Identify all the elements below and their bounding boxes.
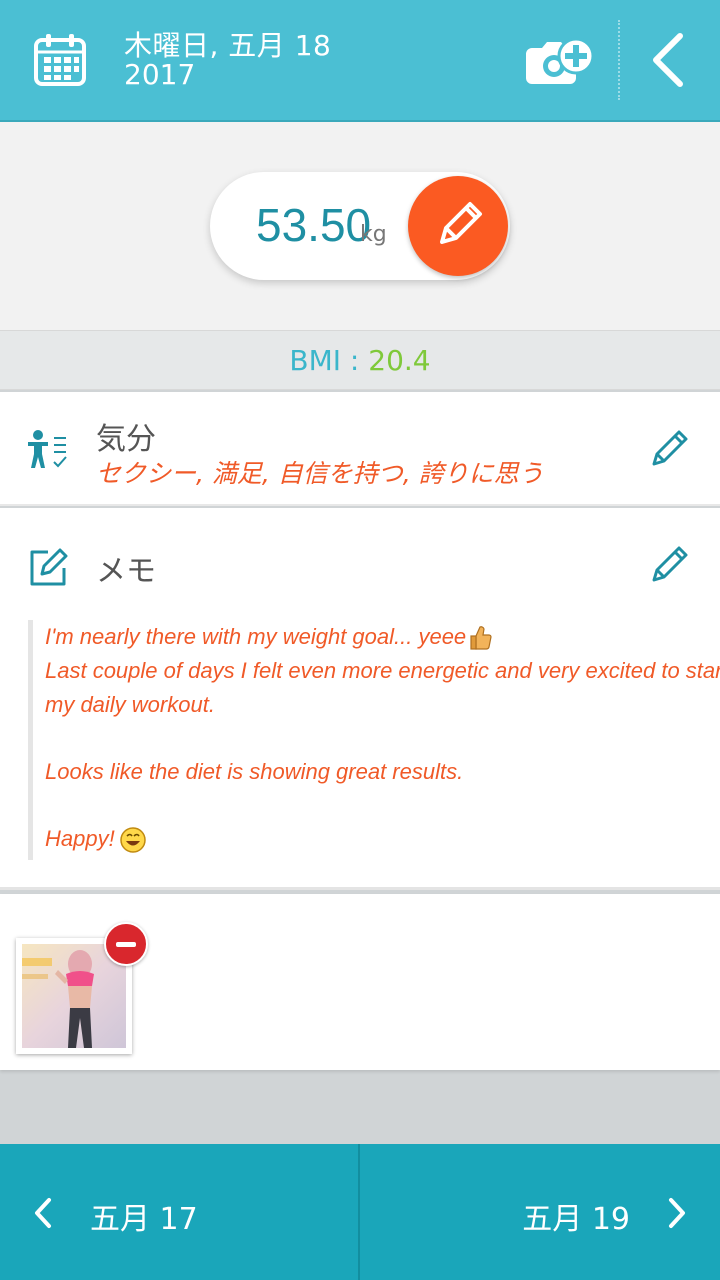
pencil-icon [440, 202, 482, 244]
remove-photo-button[interactable] [104, 922, 148, 966]
memo-line-text: Happy! [45, 826, 115, 851]
weight-section: 53.50 kg [0, 122, 720, 330]
person-checklist-icon [28, 430, 67, 468]
header-divider [618, 20, 620, 100]
mood-card: 気分 セクシー, 満足, 自信を持つ, 誇りに思う [0, 392, 720, 506]
previous-day-button[interactable]: 五月 17 [0, 1144, 358, 1280]
chevron-left-icon [35, 1198, 51, 1228]
memo-line: my daily workout. [45, 692, 215, 717]
weight-value: 53.50 [256, 199, 372, 251]
weight-unit: kg [360, 222, 387, 247]
bmi-label: BMI [289, 344, 342, 377]
header-year: 2017 [124, 58, 196, 91]
photo-card [0, 894, 720, 1070]
day-navigation: 五月 17 五月 19 [0, 1144, 720, 1280]
laughing-emoji [119, 827, 146, 853]
memo-line: I'm nearly there with my weight goal... … [45, 620, 688, 654]
memo-text: I'm nearly there with my weight goal... … [28, 620, 720, 860]
memo-line-text: I'm nearly there with my weight goal... … [45, 624, 467, 649]
mood-title: 気分 [96, 422, 156, 457]
thumbs-up-emoji [470, 626, 492, 650]
memo-line: Last couple of days I felt even more ene… [45, 658, 720, 683]
bmi-value: 20.4 [368, 344, 431, 377]
bmi-bar: BMI : 20.4 [0, 330, 720, 390]
bmi-separator: : [341, 344, 369, 377]
app-header: 木曜日, 五月 18 2017 [0, 0, 720, 122]
edit-weight-button[interactable] [408, 176, 508, 276]
edit-memo-pencil-icon[interactable] [648, 542, 692, 586]
back-button[interactable] [640, 28, 700, 92]
memo-title: メモ [96, 554, 156, 589]
edit-mood-pencil-icon[interactable] [648, 426, 692, 470]
chevron-right-icon [669, 1198, 685, 1228]
note-edit-icon [30, 548, 68, 586]
calendar-icon[interactable] [30, 30, 90, 90]
memo-card: メモ I'm nearly there with my weight goal.… [0, 508, 720, 890]
weight-display: 53.50 kg [210, 172, 510, 280]
next-day-button[interactable]: 五月 19 [360, 1144, 720, 1280]
camera-add-icon[interactable] [524, 34, 596, 90]
mood-values: セクシー, 満足, 自信を持つ, 誇りに思う [96, 459, 544, 488]
next-day-label: 五月 19 [522, 1202, 630, 1237]
memo-line: Looks like the diet is showing great res… [45, 759, 464, 784]
previous-day-label: 五月 17 [90, 1202, 198, 1237]
memo-line: Happy! [45, 822, 688, 856]
